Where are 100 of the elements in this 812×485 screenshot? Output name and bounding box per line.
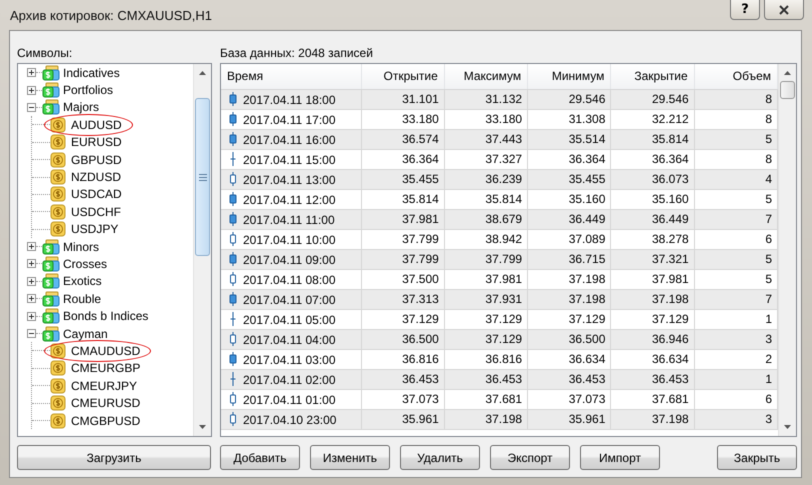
table-cell: 2017.04.11 01:00 (243, 392, 336, 406)
table-cell: 35.814 (610, 129, 694, 149)
expand-icon[interactable] (27, 312, 36, 321)
table-cell: 37.129 (361, 309, 444, 329)
expand-icon[interactable] (27, 276, 36, 286)
table-cell: 37.198 (528, 289, 611, 309)
table-cell: 2017.04.11 07:00 (243, 292, 336, 306)
scroll-thumb[interactable] (780, 81, 795, 99)
table-cell: 37.129 (444, 329, 528, 349)
tree-item[interactable]: Exotics (60, 273, 105, 290)
folder-icon (42, 99, 60, 116)
folder-icon (42, 290, 60, 307)
table-cell: 36.453 (444, 369, 528, 389)
table-cell: 37.931 (444, 289, 528, 309)
tree-item[interactable]: NZDUSD (68, 169, 124, 186)
table-cell: 5 (694, 189, 778, 209)
table-cell: 36.500 (528, 329, 611, 349)
coin-icon (50, 186, 66, 202)
tree-item[interactable]: Majors (60, 99, 102, 116)
table-cell: 3 (694, 329, 778, 349)
scrollbar[interactable] (193, 64, 211, 436)
tree-item[interactable]: Minors (60, 238, 102, 255)
table-cell: 37.198 (610, 289, 694, 309)
table-cell: 8 (694, 149, 778, 169)
close-button[interactable] (764, 0, 804, 20)
tree-item[interactable]: Portfolios (60, 82, 116, 98)
tree-item[interactable]: USDCAD (68, 186, 125, 202)
folder-icon (42, 308, 60, 324)
table-cell: 37.500 (361, 269, 444, 289)
coin-icon (50, 116, 66, 133)
table-cell: 36.073 (610, 169, 694, 189)
collapse-icon[interactable] (27, 102, 36, 112)
expand-icon[interactable] (27, 259, 36, 268)
folder-icon (42, 256, 60, 272)
tree-item[interactable]: CMAUDUSD (68, 342, 144, 359)
table-cell: 29.546 (610, 89, 694, 109)
table-cell: 38.278 (610, 229, 694, 249)
table-cell: 37.129 (528, 309, 611, 329)
tree-item[interactable]: Crosses (60, 256, 110, 272)
tree-item[interactable]: CMEURGBP (68, 360, 144, 376)
help-button[interactable]: ? (730, 0, 760, 20)
coin-icon (50, 342, 66, 359)
tree-item[interactable]: AUDUSD (68, 116, 125, 133)
table-cell: 37.313 (361, 289, 444, 309)
table-cell: 31.132 (444, 89, 528, 109)
tree-item[interactable]: Rouble (60, 290, 104, 307)
table-cell: 7 (694, 209, 778, 229)
column-header[interactable]: Время (221, 64, 361, 89)
column-header[interactable]: Минимум (528, 64, 611, 89)
table-cell: 36.364 (361, 149, 444, 169)
table-cell: 8 (694, 109, 778, 129)
table-cell: 37.981 (361, 209, 444, 229)
scrollbar[interactable] (778, 64, 796, 436)
column-header[interactable]: Объем (694, 64, 778, 89)
table-cell: 35.961 (361, 409, 444, 429)
action-button[interactable]: Удалить (400, 445, 480, 470)
coin-icon (50, 412, 66, 428)
table-cell: 37.198 (610, 409, 694, 429)
column-header[interactable]: Открытие (361, 64, 444, 89)
table-cell: 37.073 (361, 389, 444, 409)
table-cell: 2017.04.11 18:00 (243, 92, 336, 106)
table-cell: 2017.04.11 08:00 (243, 272, 336, 286)
expand-icon[interactable] (27, 86, 36, 95)
action-button[interactable]: Закрыть (717, 445, 797, 470)
table-cell: 31.308 (528, 109, 611, 129)
column-header[interactable]: Закрытие (610, 64, 694, 89)
tree-item[interactable]: GBPUSD (68, 152, 125, 168)
expand-icon[interactable] (27, 68, 36, 78)
tree-item[interactable]: EURUSD (68, 134, 125, 150)
table-cell: 2017.04.11 17:00 (243, 112, 336, 126)
expand-icon[interactable] (27, 294, 36, 304)
column-header[interactable]: Максимум (444, 64, 528, 89)
action-button[interactable]: Экспорт (490, 445, 570, 470)
tree-item[interactable]: Cayman (60, 326, 111, 342)
action-button[interactable]: Импорт (580, 445, 660, 470)
tree-item[interactable]: CMEURJPY (68, 378, 140, 394)
collapse-icon[interactable] (27, 329, 36, 338)
table-cell: 37.799 (361, 229, 444, 249)
table-cell: 37.443 (444, 129, 528, 149)
expand-icon[interactable] (27, 242, 36, 252)
coin-icon (50, 152, 66, 168)
tree-item[interactable]: CMGBPUSD (68, 412, 144, 428)
table-cell: 2017.04.11 10:00 (243, 232, 336, 246)
tree-item[interactable]: Indicatives (60, 64, 123, 81)
action-button[interactable]: Добавить (220, 445, 300, 470)
table-cell: 37.321 (610, 249, 694, 269)
tree-item[interactable]: USDCHF (68, 204, 124, 220)
coin-icon (50, 360, 66, 376)
table-cell: 36.715 (528, 249, 611, 269)
load-button[interactable]: Загрузить (17, 445, 211, 470)
tree-item[interactable]: USDJPY (68, 221, 122, 238)
tree-item[interactable]: Bonds b Indices (60, 308, 152, 324)
action-button[interactable]: Изменить (310, 445, 390, 470)
tree-item[interactable]: CMEURUSD (68, 395, 144, 412)
table-cell: 3 (694, 409, 778, 429)
record-count: База данных: 2048 записей (220, 45, 374, 62)
folder-icon (42, 273, 60, 290)
table-cell: 38.679 (444, 209, 528, 229)
table-cell: 8 (694, 89, 778, 109)
scroll-thumb[interactable] (195, 98, 210, 256)
